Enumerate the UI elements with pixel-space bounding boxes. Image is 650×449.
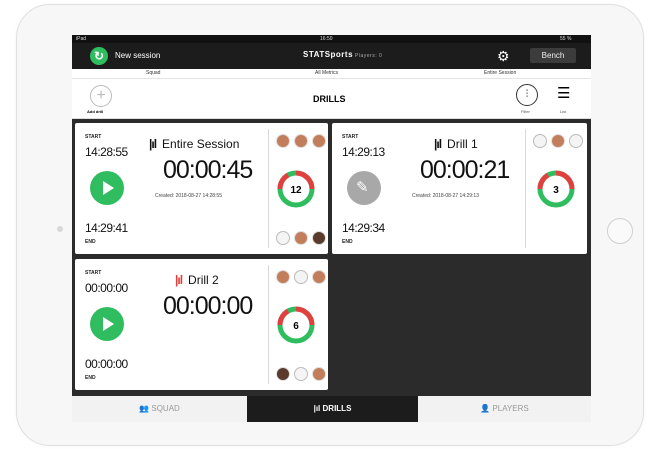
end-time: 14:29:41 [85, 221, 128, 235]
play-icon[interactable] [90, 171, 124, 205]
clock: 16:50 [320, 36, 333, 42]
play-icon[interactable] [90, 307, 124, 341]
player-avatar [312, 367, 326, 381]
player-avatar [294, 270, 308, 284]
camera [57, 226, 63, 232]
home-button[interactable] [607, 218, 633, 244]
bench-button[interactable]: Bench [530, 48, 576, 63]
player-avatar [294, 134, 308, 148]
tab-all-metrics[interactable]: All Metrics [315, 69, 338, 78]
player-avatar [312, 134, 326, 148]
drills-toolbar: + Add drill DRILLS ⫶ Filter ☰ List [72, 79, 591, 119]
player-avatar [533, 134, 547, 148]
filter-label[interactable]: Filter [521, 109, 530, 114]
new-session-button[interactable]: New session [115, 51, 160, 60]
edit-button[interactable]: ✎ [347, 171, 381, 205]
drill-duration: 00:00:45 [163, 156, 253, 184]
player-icon: 👤 [480, 404, 491, 413]
player-avatar [294, 367, 308, 381]
squad-icon: 👥 [139, 404, 150, 413]
drill-card-entire-session[interactable]: START 14:28:55 14:29:41 END |ıl Entire Se… [75, 123, 328, 254]
end-label: END [342, 239, 353, 245]
player-avatar [276, 367, 290, 381]
end-label: END [85, 239, 96, 245]
carrier-label: iPad [76, 36, 87, 42]
start-label: START [85, 270, 102, 276]
start-time: 00:00:00 [85, 281, 128, 295]
bar-chart-icon: |ıl [434, 137, 442, 151]
nav-players[interactable]: 👤 PLAYERS [418, 396, 591, 422]
player-count-ring-icon: 6 [277, 306, 315, 344]
player-count: 6 [293, 321, 299, 332]
created-date: Created: 2018-08-27 14:28:55 [155, 193, 222, 199]
player-avatar [312, 270, 326, 284]
page-title: DRILLS [313, 94, 346, 104]
end-time: 00:00:00 [85, 357, 128, 371]
end-time: 14:29:34 [342, 221, 385, 235]
player-avatar [276, 270, 290, 284]
player-count-ring-icon: 12 [277, 170, 315, 208]
drill-title: |ıl Entire Session [149, 137, 240, 151]
player-avatar [569, 134, 583, 148]
start-time: 14:28:55 [85, 145, 128, 159]
list-label[interactable]: List [560, 109, 566, 114]
player-avatar [551, 134, 565, 148]
app-screen: iPad 16:50 55 % ↻ New session STATSports… [72, 35, 591, 422]
list-icon[interactable]: ☰ [557, 85, 570, 103]
player-avatar [276, 231, 290, 245]
gear-icon[interactable]: ⚙ [497, 47, 510, 65]
player-avatar [294, 231, 308, 245]
tab-squad[interactable]: Squad [146, 69, 160, 78]
bar-chart-icon: |ıl [149, 137, 157, 151]
add-drill-icon[interactable]: + [90, 85, 112, 107]
player-count-ring-icon: 3 [537, 170, 575, 208]
drill-title: |ıl Drill 1 [434, 137, 478, 151]
filter-icon[interactable]: ⫶ [516, 84, 538, 106]
drill-title: |ıl Drill 2 [175, 273, 219, 287]
battery-label: 55 % [560, 36, 572, 42]
nav-drills[interactable]: |ıl DRILLS [247, 396, 418, 422]
card-divider [268, 129, 269, 248]
card-divider [268, 265, 269, 384]
brand-logo: STATSports Players: 0 [303, 50, 383, 59]
player-avatar [276, 134, 290, 148]
drill-duration: 00:00:21 [420, 156, 510, 184]
player-count: 3 [553, 185, 559, 196]
player-count: 12 [290, 185, 302, 196]
status-bar: iPad 16:50 55 % [72, 35, 591, 43]
drill-card-drill-1[interactable]: START 14:29:13 ✎ 14:29:34 END |ıl Drill 1… [332, 123, 587, 254]
add-drill-label[interactable]: Add drill [87, 109, 103, 114]
refresh-icon[interactable]: ↻ [90, 47, 108, 65]
bottom-nav: 👥 SQUAD |ıl DRILLS 👤 PLAYERS [72, 396, 591, 422]
player-avatar [312, 231, 326, 245]
sub-tab-row: Squad All Metrics Entire Session [72, 69, 591, 79]
tab-entire-session[interactable]: Entire Session [484, 69, 516, 78]
end-label: END [85, 375, 96, 381]
start-time: 14:29:13 [342, 145, 385, 159]
drill-duration: 00:00:00 [163, 292, 253, 320]
nav-squad[interactable]: 👥 SQUAD [72, 396, 247, 422]
drill-card-drill-2[interactable]: START 00:00:00 00:00:00 END |ıl Drill 2 0… [75, 259, 328, 390]
bar-chart-icon: |ıl [175, 273, 183, 287]
start-label: START [342, 134, 359, 140]
created-date: Created: 2018-08-27 14:29:13 [412, 193, 479, 199]
top-bar: ↻ New session STATSports Players: 0 ⚙ Ben… [72, 43, 591, 69]
pencil-icon: ✎ [356, 179, 369, 196]
bar-chart-icon: |ıl [313, 404, 321, 413]
start-label: START [85, 134, 102, 140]
card-divider [525, 129, 526, 248]
